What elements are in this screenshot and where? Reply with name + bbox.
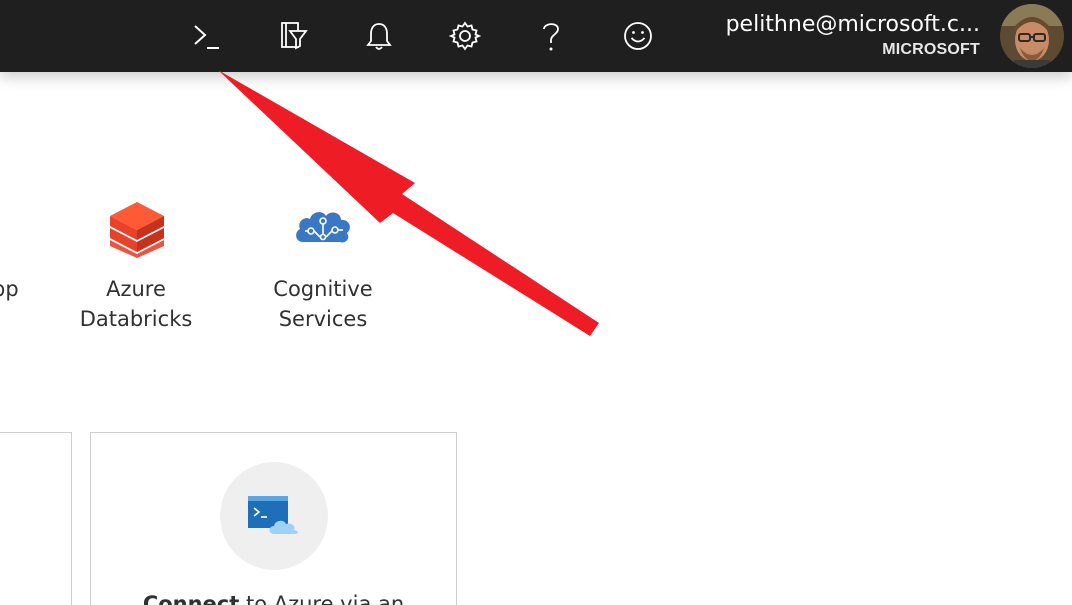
- top-navigation-bar: pelithne@microsoft.c... MICROSOFT: [0, 0, 1072, 72]
- azure-portal-page: pelithne@microsoft.c... MICROSOFT pp: [0, 0, 1072, 605]
- cloud-shell-icon[interactable]: [185, 14, 229, 58]
- account-directory: MICROSOFT: [882, 41, 980, 58]
- card-text-bold: Connect: [142, 592, 240, 605]
- service-label-line1: Azure: [106, 277, 166, 301]
- cognitive-services-icon: [296, 212, 350, 243]
- service-azure-databricks[interactable]: Azure Databricks: [66, 190, 206, 340]
- account-menu[interactable]: pelithne@microsoft.c... MICROSOFT: [726, 10, 980, 60]
- service-label-line2: Databricks: [79, 307, 193, 331]
- help-icon[interactable]: [529, 14, 573, 58]
- databricks-icon: [110, 202, 164, 258]
- card-text-rest: to Azure via an: [239, 592, 405, 605]
- account-email: pelithne@microsoft.c...: [725, 12, 980, 37]
- avatar[interactable]: [1000, 4, 1064, 68]
- card-icon-circle: [220, 462, 328, 570]
- service-cognitive-services[interactable]: Cognitive Services: [253, 190, 393, 340]
- card-description: Connect to Azure via an: [91, 589, 456, 605]
- partial-card[interactable]: [0, 432, 72, 605]
- notifications-icon[interactable]: [357, 14, 401, 58]
- connect-card[interactable]: Connect to Azure via an: [90, 432, 457, 605]
- service-label-partial[interactable]: pp: [0, 274, 22, 304]
- feedback-icon[interactable]: [616, 14, 660, 58]
- service-label-line2: Services: [278, 307, 368, 331]
- directory-filter-icon[interactable]: [270, 14, 314, 58]
- settings-icon[interactable]: [443, 14, 487, 58]
- service-label-line1: Cognitive: [273, 277, 373, 301]
- terminal-cloud-icon: [248, 496, 298, 534]
